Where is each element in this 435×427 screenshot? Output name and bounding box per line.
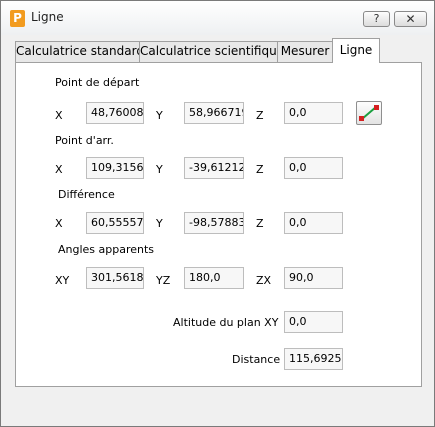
tab-scientific-calculator[interactable]: Calculatrice scientifique — [139, 41, 284, 62]
difference-y-field[interactable]: -98,57883 — [184, 212, 244, 234]
angle-xy-label: XY — [55, 274, 70, 287]
start-z-label: Z — [256, 109, 264, 122]
start-point-heading: Point de départ — [55, 76, 140, 89]
close-button[interactable]: ✕ — [394, 11, 427, 27]
end-z-label: Z — [256, 163, 264, 176]
angle-zx-label: ZX — [256, 274, 272, 287]
start-z-field[interactable]: 0,0 — [284, 102, 343, 124]
angle-xy-field[interactable]: 301,56181 — [86, 267, 144, 289]
line-window: P Ligne ? ✕ Calculatrice standard Calcul… — [0, 0, 435, 427]
window-title: Ligne — [31, 10, 64, 24]
angle-zx-field[interactable]: 90,0 — [284, 267, 343, 289]
difference-x-label: X — [55, 217, 63, 230]
angle-yz-field[interactable]: 180,0 — [184, 267, 244, 289]
pick-line-button[interactable] — [356, 101, 382, 125]
app-icon: P — [10, 10, 25, 27]
distance-field[interactable]: 115,69254 — [284, 348, 343, 370]
end-x-field[interactable]: 109,31565 — [86, 157, 144, 179]
title-bar: P Ligne ? ✕ — [1, 1, 434, 35]
difference-z-field[interactable]: 0,0 — [284, 212, 343, 234]
difference-z-label: Z — [256, 217, 264, 230]
start-x-label: X — [55, 109, 63, 122]
apparent-angles-heading: Angles apparents — [58, 243, 155, 256]
end-y-label: Y — [156, 163, 163, 176]
end-z-field[interactable]: 0,0 — [284, 157, 343, 179]
tab-line[interactable]: Ligne — [332, 38, 380, 63]
start-y-field[interactable]: 58,966719 — [184, 102, 244, 124]
end-y-field[interactable]: -39,61212 — [184, 157, 244, 179]
pick-line-icon — [359, 105, 379, 121]
angle-yz-label: YZ — [156, 274, 171, 287]
distance-label: Distance — [232, 353, 281, 366]
difference-x-field[interactable]: 60,555573 — [86, 212, 144, 234]
end-x-label: X — [55, 163, 63, 176]
end-point-heading: Point d'arr. — [55, 134, 114, 147]
start-x-field[interactable]: 48,760086 — [86, 102, 144, 124]
tab-standard-calculator[interactable]: Calculatrice standard — [15, 41, 144, 62]
difference-y-label: Y — [156, 217, 163, 230]
difference-heading: Différence — [58, 188, 115, 201]
xy-plane-altitude-field[interactable]: 0,0 — [284, 311, 343, 333]
tab-measure[interactable]: Mesurer — [277, 41, 333, 62]
help-button[interactable]: ? — [363, 11, 390, 27]
start-y-label: Y — [156, 109, 163, 122]
xy-plane-altitude-label: Altitude du plan XY — [173, 316, 279, 329]
